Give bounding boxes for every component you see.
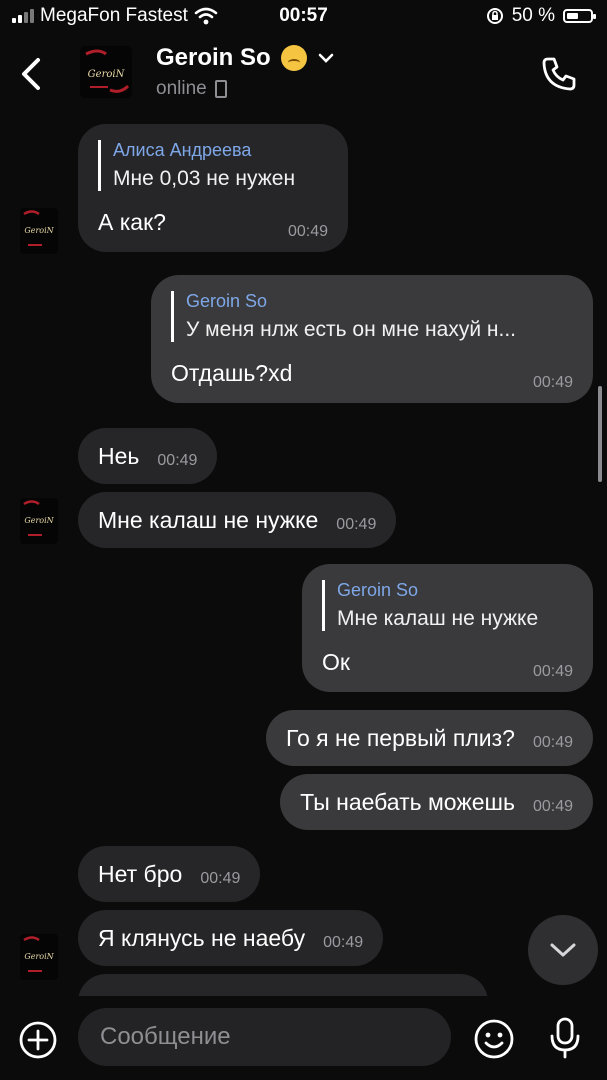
- reply-text: Мне 0,03 не нужен: [113, 167, 296, 190]
- composer-bar: [0, 996, 607, 1080]
- message-bubble-incoming[interactable]: Алиса Андреева Мне 0,03 не нужен А как? …: [78, 124, 348, 252]
- reply-quote[interactable]: Алиса Андреева Мне 0,03 не нужен: [98, 140, 328, 191]
- sender-avatar[interactable]: GeroiN: [20, 498, 58, 544]
- message-bubble-outgoing[interactable]: Ты наебать можешь 00:49: [280, 774, 593, 830]
- avatar-logo-text: GeroiN: [88, 69, 126, 80]
- message-time: 00:49: [532, 798, 573, 815]
- message-time: 00:49: [200, 870, 241, 887]
- avatar-logo: GeroiN: [20, 934, 58, 980]
- message-bubble-outgoing[interactable]: Го я не первый плиз? 00:49: [266, 710, 593, 766]
- smile-icon[interactable]: [473, 1018, 515, 1060]
- battery-percent: 50 %: [511, 5, 555, 26]
- chevron-down-icon: [550, 943, 576, 957]
- reply-sender: Алиса Андреева: [113, 140, 252, 160]
- smiling-face-emoji-icon: [280, 45, 307, 71]
- message-bubble-incoming[interactable]: Я клянусь не наебу 00:49: [78, 910, 384, 966]
- message-bubble-incoming[interactable]: Неь 00:49: [78, 428, 218, 484]
- message-bubble-partial[interactable]: [78, 974, 488, 996]
- back-chevron-icon[interactable]: [16, 54, 46, 94]
- online-status: online: [156, 78, 227, 100]
- avatar-logo: GeroiN: [20, 498, 58, 544]
- status-bar: MegaFon Fastest 00:57 50 %: [0, 0, 607, 34]
- message-text: А как?: [98, 209, 166, 235]
- reply-sender: Geroin So: [186, 291, 268, 311]
- svg-text:GeroiN: GeroiN: [24, 516, 54, 525]
- reply-quote[interactable]: Geroin So Мне калаш не нужке: [322, 580, 573, 631]
- phone-icon[interactable]: [539, 54, 579, 94]
- message-text: Отдашь?xd: [171, 360, 293, 386]
- message-time: 00:49: [287, 223, 328, 240]
- message-time: 00:49: [323, 934, 364, 951]
- svg-text:GeroiN: GeroiN: [24, 952, 54, 961]
- message-text: Ок: [322, 649, 350, 675]
- status-right: 50 %: [486, 5, 596, 27]
- scrollbar[interactable]: [598, 386, 602, 482]
- battery-icon: [563, 9, 596, 23]
- message-bubble-outgoing[interactable]: Geroin So Мне калаш не нужке Ок 00:49: [302, 564, 593, 692]
- message-bubble-outgoing[interactable]: Geroin So У меня нлж есть он мне нахуй н…: [151, 275, 593, 403]
- reply-sender: Geroin So: [337, 580, 419, 600]
- message-field[interactable]: [78, 1008, 451, 1066]
- message-text: Мне калаш не нужке: [98, 506, 319, 533]
- contact-name-row[interactable]: Geroin So: [156, 44, 335, 72]
- mobile-device-icon: [214, 80, 227, 98]
- message-time: 00:49: [157, 452, 198, 469]
- online-label: online: [156, 78, 207, 99]
- avatar-logo: GeroiN: [80, 46, 132, 98]
- message-text: Го я не первый плиз?: [286, 724, 515, 751]
- message-time: 00:49: [532, 734, 573, 751]
- microphone-icon[interactable]: [547, 1016, 583, 1060]
- message-text: Нет бро: [98, 860, 183, 887]
- sender-avatar[interactable]: GeroiN: [20, 934, 58, 980]
- message-bubble-incoming[interactable]: Мне калаш не нужке 00:49: [78, 492, 397, 548]
- message-text: Ты наебать можешь: [300, 788, 515, 815]
- message-bubble-incoming[interactable]: Нет бро 00:49: [78, 846, 261, 902]
- scroll-down-button[interactable]: [528, 915, 598, 985]
- orientation-lock-icon: [486, 8, 503, 24]
- message-time: 00:49: [532, 663, 573, 680]
- reply-text: Мне калаш не нужке: [337, 607, 539, 630]
- avatar-logo: GeroiN: [20, 208, 58, 254]
- reply-text: У меня нлж есть он мне нахуй н...: [186, 318, 517, 341]
- message-text: Неь: [98, 442, 140, 469]
- svg-text:GeroiN: GeroiN: [24, 226, 54, 235]
- plus-circle-icon[interactable]: [18, 1020, 58, 1060]
- contact-name: Geroin So: [156, 44, 271, 71]
- message-input[interactable]: [98, 1022, 451, 1052]
- message-text: Я клянусь не наебу: [98, 924, 306, 951]
- message-time: 00:49: [532, 374, 573, 391]
- message-list[interactable]: GeroiN Алиса Андреева Мне 0,03 не нужен …: [0, 118, 607, 996]
- chevron-down-icon[interactable]: [317, 52, 335, 64]
- sender-avatar[interactable]: GeroiN: [20, 208, 58, 254]
- contact-avatar[interactable]: GeroiN: [80, 46, 132, 98]
- message-time: 00:49: [336, 516, 377, 533]
- chat-header: GeroiN Geroin So online: [0, 34, 607, 118]
- reply-quote[interactable]: Geroin So У меня нлж есть он мне нахуй н…: [171, 291, 573, 342]
